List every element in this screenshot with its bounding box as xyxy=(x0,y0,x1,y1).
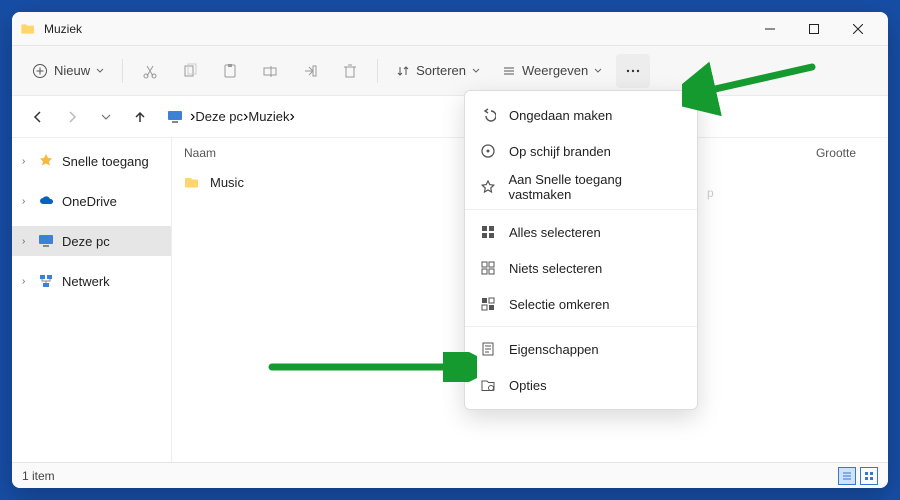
expand-icon: › xyxy=(22,196,30,207)
toolbar: Nieuw Sorteren Weergeven xyxy=(12,46,888,96)
sidebar-item-label: OneDrive xyxy=(62,194,117,209)
copy-button[interactable] xyxy=(173,54,207,88)
back-button[interactable] xyxy=(24,103,52,131)
view-details-button[interactable] xyxy=(838,467,856,485)
view-list-icon xyxy=(502,64,516,78)
rename-icon xyxy=(262,63,278,79)
folder-icon xyxy=(184,174,202,190)
window-title: Muziek xyxy=(44,22,748,36)
menu-properties[interactable]: Eigenschappen xyxy=(465,331,697,367)
close-button[interactable] xyxy=(836,12,880,46)
menu-divider xyxy=(465,209,697,210)
status-bar: 1 item xyxy=(12,462,888,488)
view-large-button[interactable] xyxy=(860,467,878,485)
nav-row: › Deze pc › Muziek › xyxy=(12,96,888,138)
cut-button[interactable] xyxy=(133,54,167,88)
cloud-icon xyxy=(38,193,54,209)
more-button[interactable] xyxy=(616,54,650,88)
sidebar-item-thispc[interactable]: › Deze pc xyxy=(12,226,171,256)
sidebar-item-label: Deze pc xyxy=(62,234,110,249)
sort-icon xyxy=(396,64,410,78)
menu-undo[interactable]: Ongedaan maken xyxy=(465,97,697,133)
plus-circle-icon xyxy=(32,63,48,79)
chevron-right-icon: › xyxy=(290,108,295,126)
ellipsis-icon xyxy=(624,62,642,80)
menu-label: Aan Snelle toegang vastmaken xyxy=(508,172,683,202)
menu-label: Ongedaan maken xyxy=(509,108,612,123)
menu-label: Opties xyxy=(509,378,547,393)
menu-pin[interactable]: Aan Snelle toegang vastmaken xyxy=(465,169,697,205)
menu-selectnone[interactable]: Niets selecteren xyxy=(465,250,697,286)
menu-selectall[interactable]: Alles selecteren xyxy=(465,214,697,250)
titlebar: Muziek xyxy=(12,12,888,46)
select-all-icon xyxy=(479,224,497,240)
paste-button[interactable] xyxy=(213,54,247,88)
share-button[interactable] xyxy=(293,54,327,88)
up-button[interactable] xyxy=(126,103,154,131)
properties-icon xyxy=(479,341,497,357)
expand-icon: › xyxy=(22,276,30,287)
crumb-child[interactable]: Muziek xyxy=(248,109,289,124)
separator xyxy=(377,59,378,83)
sidebar: › Snelle toegang › OneDrive › Deze pc › … xyxy=(12,138,172,462)
sort-label: Sorteren xyxy=(416,63,466,78)
copy-icon xyxy=(182,63,198,79)
new-button[interactable]: Nieuw xyxy=(24,54,112,88)
more-menu: Ongedaan maken Op schijf branden Aan Sne… xyxy=(464,90,698,410)
sidebar-item-label: Netwerk xyxy=(62,274,110,289)
view-button[interactable]: Weergeven xyxy=(494,54,610,88)
sidebar-item-onedrive[interactable]: › OneDrive xyxy=(12,186,171,216)
paste-icon xyxy=(222,63,238,79)
undo-icon xyxy=(479,107,497,123)
minimize-button[interactable] xyxy=(748,12,792,46)
menu-label: Eigenschappen xyxy=(509,342,599,357)
select-invert-icon xyxy=(479,296,497,312)
menu-label: Alles selecteren xyxy=(509,225,601,240)
expand-icon: › xyxy=(22,156,30,167)
menu-label: Niets selecteren xyxy=(509,261,602,276)
menu-options[interactable]: Opties xyxy=(465,367,697,403)
forward-button[interactable] xyxy=(58,103,86,131)
sort-button[interactable]: Sorteren xyxy=(388,54,488,88)
cut-icon xyxy=(142,63,158,79)
options-icon xyxy=(479,377,497,393)
menu-invert[interactable]: Selectie omkeren xyxy=(465,286,697,322)
menu-burn[interactable]: Op schijf branden xyxy=(465,133,697,169)
sidebar-item-quickaccess[interactable]: › Snelle toegang xyxy=(12,146,171,176)
menu-label: Selectie omkeren xyxy=(509,297,609,312)
sidebar-item-label: Snelle toegang xyxy=(62,154,149,169)
share-icon xyxy=(302,63,318,79)
trash-icon xyxy=(342,63,358,79)
rename-button[interactable] xyxy=(253,54,287,88)
view-label: Weergeven xyxy=(522,63,588,78)
recent-button[interactable] xyxy=(92,103,120,131)
network-icon xyxy=(38,273,54,289)
chevron-down-icon xyxy=(96,67,104,75)
crumb-root[interactable]: Deze pc xyxy=(195,109,243,124)
star-icon xyxy=(38,153,54,169)
delete-button[interactable] xyxy=(333,54,367,88)
star-outline-icon xyxy=(479,179,496,195)
chevron-down-icon xyxy=(594,67,602,75)
chevron-down-icon xyxy=(472,67,480,75)
file-name: Music xyxy=(210,175,244,190)
maximize-button[interactable] xyxy=(792,12,836,46)
menu-divider xyxy=(465,326,697,327)
body: › Snelle toegang › OneDrive › Deze pc › … xyxy=(12,138,888,462)
expand-icon: › xyxy=(22,236,30,247)
hidden-column-text: p xyxy=(707,186,714,200)
status-items: 1 item xyxy=(22,469,55,483)
sidebar-item-network[interactable]: › Netwerk xyxy=(12,266,171,296)
select-none-icon xyxy=(479,260,497,276)
disc-icon xyxy=(479,143,497,159)
separator xyxy=(122,59,123,83)
menu-label: Op schijf branden xyxy=(509,144,611,159)
explorer-window: Muziek Nieuw Sorteren Weergeven xyxy=(12,12,888,488)
new-label: Nieuw xyxy=(54,63,90,78)
folder-app-icon xyxy=(20,21,36,37)
pc-icon xyxy=(166,108,184,126)
col-size[interactable]: Grootte xyxy=(776,146,876,160)
monitor-icon xyxy=(38,233,54,249)
